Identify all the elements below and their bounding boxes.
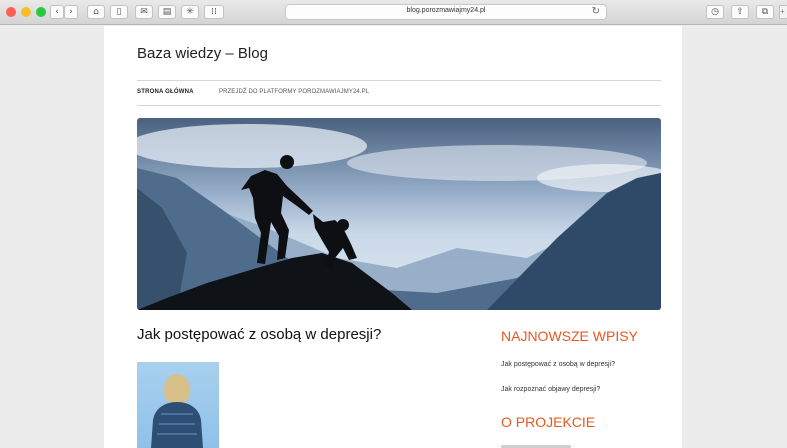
browser-toolbar: ‹ › ⌂ ▯ ✉ ▤ ✳ ⁞⁞ blog.porozmawiajmy24.pl… xyxy=(0,0,787,25)
tabs-icon[interactable]: ⧉ xyxy=(756,5,774,19)
back-icon[interactable]: ‹ xyxy=(50,5,64,19)
address-url: blog.porozmawiajmy24.pl xyxy=(406,7,486,14)
mail-icon[interactable]: ✉ xyxy=(135,5,153,19)
zoom-window-button[interactable] xyxy=(36,7,46,17)
nav-item-platform[interactable]: PRZEJDŹ DO PLATFORMY POROZMAWIAJMY24.PL xyxy=(219,89,369,95)
address-bar[interactable]: blog.porozmawiajmy24.pl ↻ xyxy=(285,4,607,20)
minimize-window-button[interactable] xyxy=(21,7,31,17)
recent-post-link[interactable]: Jak postępować z osobą w depresji? xyxy=(501,361,615,368)
brightness-icon[interactable]: ✳ xyxy=(181,5,199,19)
recent-post-link[interactable]: Jak rozpoznać objawy depresji? xyxy=(501,386,600,393)
nav-item-home[interactable]: STRONA GŁÓWNA xyxy=(137,89,194,95)
hero-image xyxy=(137,118,661,310)
history-icon[interactable]: ◷ xyxy=(706,5,724,19)
grid-icon[interactable]: ⁞⁞ xyxy=(204,5,224,19)
sidebar-icon[interactable]: ▯ xyxy=(110,5,128,19)
forward-icon[interactable]: › xyxy=(64,5,78,19)
post-thumbnail[interactable] xyxy=(137,362,219,448)
reload-icon[interactable]: ↻ xyxy=(592,6,600,17)
new-tab-button[interactable]: + xyxy=(779,5,787,19)
about-project-heading: O PROJEKCIE xyxy=(501,414,596,430)
divider xyxy=(137,80,661,81)
site-title[interactable]: Baza wiedzy – Blog xyxy=(137,45,268,62)
post-title[interactable]: Jak postępować z osobą w depresji? xyxy=(137,326,381,343)
divider xyxy=(137,105,661,106)
recent-posts-heading: NAJNOWSZE WPISY xyxy=(501,328,638,344)
web-page: Baza wiedzy – Blog STRONA GŁÓWNA PRZEJDŹ… xyxy=(104,26,682,448)
share-icon[interactable]: ⇧ xyxy=(731,5,749,19)
about-project-text-cut xyxy=(501,444,571,448)
close-window-button[interactable] xyxy=(6,7,16,17)
home-icon[interactable]: ⌂ xyxy=(87,5,105,19)
print-icon[interactable]: ▤ xyxy=(158,5,176,19)
